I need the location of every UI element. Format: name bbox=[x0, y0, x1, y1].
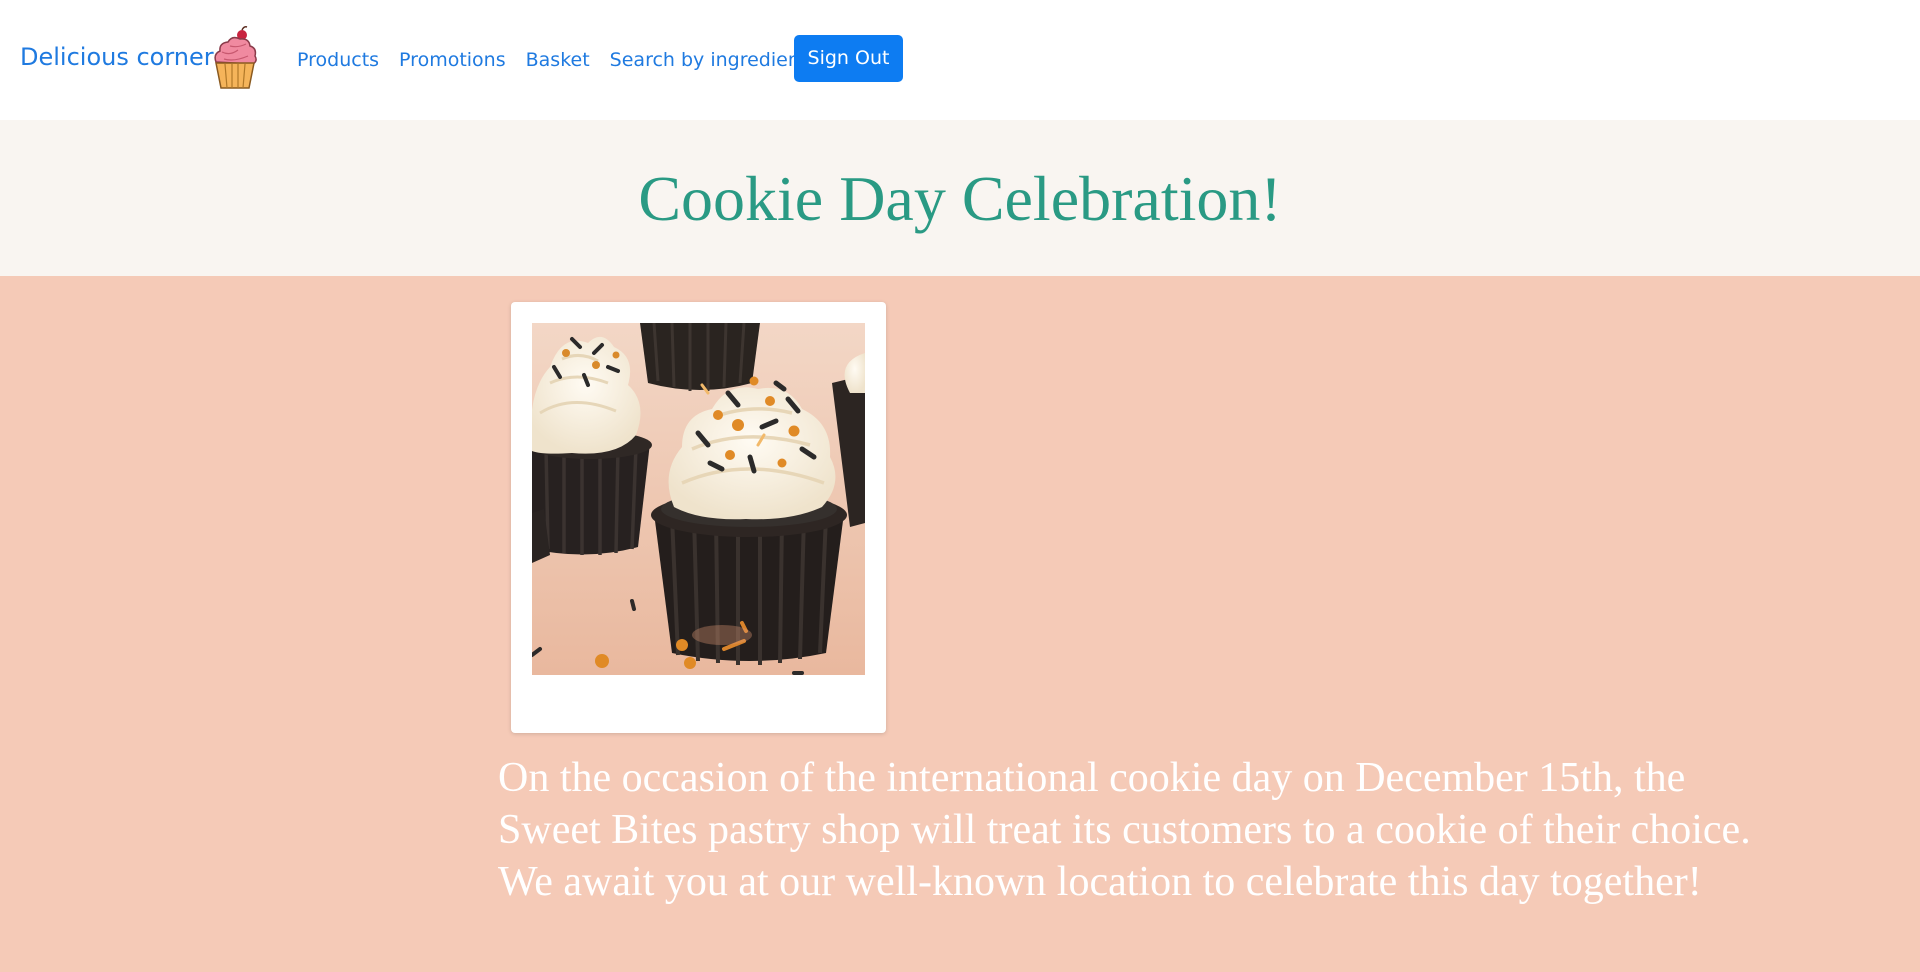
nav-link-basket[interactable]: Basket bbox=[526, 46, 590, 74]
promotion-photo bbox=[532, 323, 865, 675]
page-title: Cookie Day Celebration! bbox=[638, 163, 1282, 234]
sign-out-button[interactable]: Sign Out bbox=[794, 35, 903, 82]
promotion-description: On the occasion of the international coo… bbox=[498, 755, 1751, 905]
nav-link-products[interactable]: Products bbox=[297, 46, 379, 74]
promotion-content: On the occasion of the international coo… bbox=[0, 276, 1920, 972]
nav-link-search-by-ingredients[interactable]: Search by ingredients bbox=[610, 46, 818, 74]
chocolate-cupcakes-photo bbox=[532, 323, 865, 675]
nav-links: Products Promotions Basket Search by ing… bbox=[297, 46, 827, 74]
promotion-image-card bbox=[511, 302, 886, 733]
nav-link-promotions[interactable]: Promotions bbox=[399, 46, 506, 74]
brand-link[interactable]: Delicious corner bbox=[20, 41, 214, 73]
cupcake-logo-icon[interactable] bbox=[210, 26, 260, 90]
hero-banner: Cookie Day Celebration! bbox=[0, 120, 1920, 276]
navbar: Delicious corner Products Promotions Bas… bbox=[0, 0, 1920, 120]
